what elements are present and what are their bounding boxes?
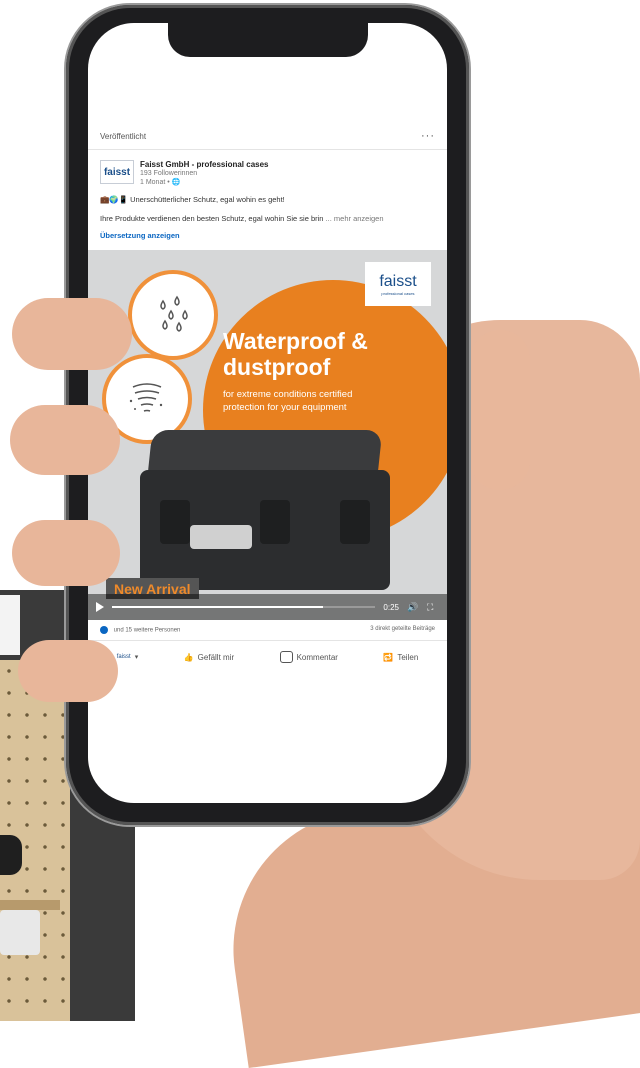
post-headline: 💼🌍📱 Unerschütterlicher Schutz, egal wohi… [100, 195, 285, 204]
engagement-row: und 15 weitere Personen 3 direkt geteilt… [88, 620, 447, 641]
background-shelf [0, 900, 60, 910]
phone-screen: Veröffentlicht ··· faisst Faisst GmbH - … [88, 23, 447, 803]
case-latch [340, 500, 370, 544]
video-controls: 0:25 🔊 ⛶ [88, 594, 447, 620]
author-followers: 193 Followerinnen [140, 170, 198, 177]
video-time: 0:25 [383, 602, 399, 612]
case-latch [160, 500, 190, 544]
brand-logo-text: faisst [379, 272, 417, 290]
thumbs-up-icon: 👍 [183, 652, 194, 662]
author-name[interactable]: Faisst GmbH - professional cases [140, 160, 269, 169]
company-avatar-icon: faisst [116, 654, 131, 660]
linkedin-post: Veröffentlicht ··· faisst Faisst GmbH - … [88, 123, 447, 673]
headline-line-2: dustproof [223, 354, 331, 380]
comment-icon [279, 651, 293, 663]
case-lid [147, 430, 383, 475]
shares-count[interactable]: 3 direkt geteilte Beiträge [370, 626, 435, 634]
video-progress-fill [112, 606, 323, 608]
more-options-icon[interactable]: ··· [421, 130, 435, 142]
comment-label: Kommentar [296, 652, 338, 662]
brand-logo: faisst professional cases [365, 262, 431, 306]
share-button[interactable]: 🔁 Teilen [383, 653, 418, 662]
background-monitor [0, 595, 20, 655]
post-time: 1 Monat • 🌐 [140, 178, 269, 187]
protective-case-image [140, 430, 390, 590]
post-time-text: 1 Monat • [140, 179, 170, 186]
case-latch [260, 500, 290, 544]
hand-thumb [470, 330, 530, 490]
like-reaction-icon [100, 626, 108, 634]
case-handle [190, 525, 252, 549]
chevron-down-icon: ▾ [134, 654, 139, 661]
subline-line-2: protection for your equipment [223, 402, 347, 413]
like-button[interactable]: 👍 Gefällt mir [184, 653, 234, 662]
hand-finger-3 [12, 520, 120, 586]
repost-icon: 🔁 [383, 652, 394, 662]
post-header: Veröffentlicht ··· [88, 123, 447, 150]
post-body-text: Ihre Produkte verdienen den besten Schut… [100, 214, 324, 223]
author-info: Faisst GmbH - professional cases 193 Fol… [140, 160, 269, 187]
translate-link[interactable]: Übersetzung anzeigen [88, 223, 447, 240]
case-body [140, 470, 390, 590]
globe-icon: 🌐 [171, 179, 181, 186]
video-progress-bar[interactable] [112, 606, 376, 608]
reactions-text: und 15 weitere Personen [113, 627, 181, 634]
comment-button[interactable]: Kommentar [279, 651, 338, 663]
brand-tagline: professional cases [381, 290, 415, 296]
share-label: Teilen [397, 652, 419, 662]
video-headline: Waterproof & dustproof [223, 328, 368, 380]
post-status: Veröffentlicht [100, 131, 147, 141]
post-body: Ihre Produkte verdienen den besten Schut… [88, 204, 447, 223]
reaction-selector[interactable]: faisst ▾ [117, 653, 139, 661]
company-logo[interactable]: faisst [100, 160, 134, 184]
volume-icon[interactable]: 🔊 [407, 602, 419, 612]
phone-notch [168, 23, 368, 57]
hand-finger-2 [10, 405, 120, 475]
subline-line-1: for extreme conditions certified [223, 389, 353, 400]
headline-line-1: Waterproof & [223, 328, 368, 354]
show-more-link[interactable]: ... mehr anzeigen [326, 214, 384, 223]
post-author[interactable]: faisst Faisst GmbH - professional cases … [88, 150, 447, 191]
reactions-summary[interactable]: und 15 weitere Personen [100, 626, 180, 634]
fullscreen-icon[interactable]: ⛶ [427, 602, 439, 612]
phone-frame: Veröffentlicht ··· faisst Faisst GmbH - … [66, 5, 469, 825]
action-bar: faisst ▾ 👍 Gefällt mir Kommentar 🔁 Teile… [88, 641, 447, 673]
post-video[interactable]: faisst professional cases Waterproof & d… [88, 250, 447, 620]
background-device [0, 910, 40, 955]
background-cushion [0, 835, 22, 875]
like-label: Gefällt mir [197, 652, 235, 662]
video-subline: for extreme conditions certified protect… [223, 388, 352, 414]
water-drops-icon [128, 270, 218, 360]
hand-finger-1 [12, 298, 132, 370]
hand-finger-4 [18, 640, 118, 702]
play-icon[interactable] [96, 602, 104, 612]
